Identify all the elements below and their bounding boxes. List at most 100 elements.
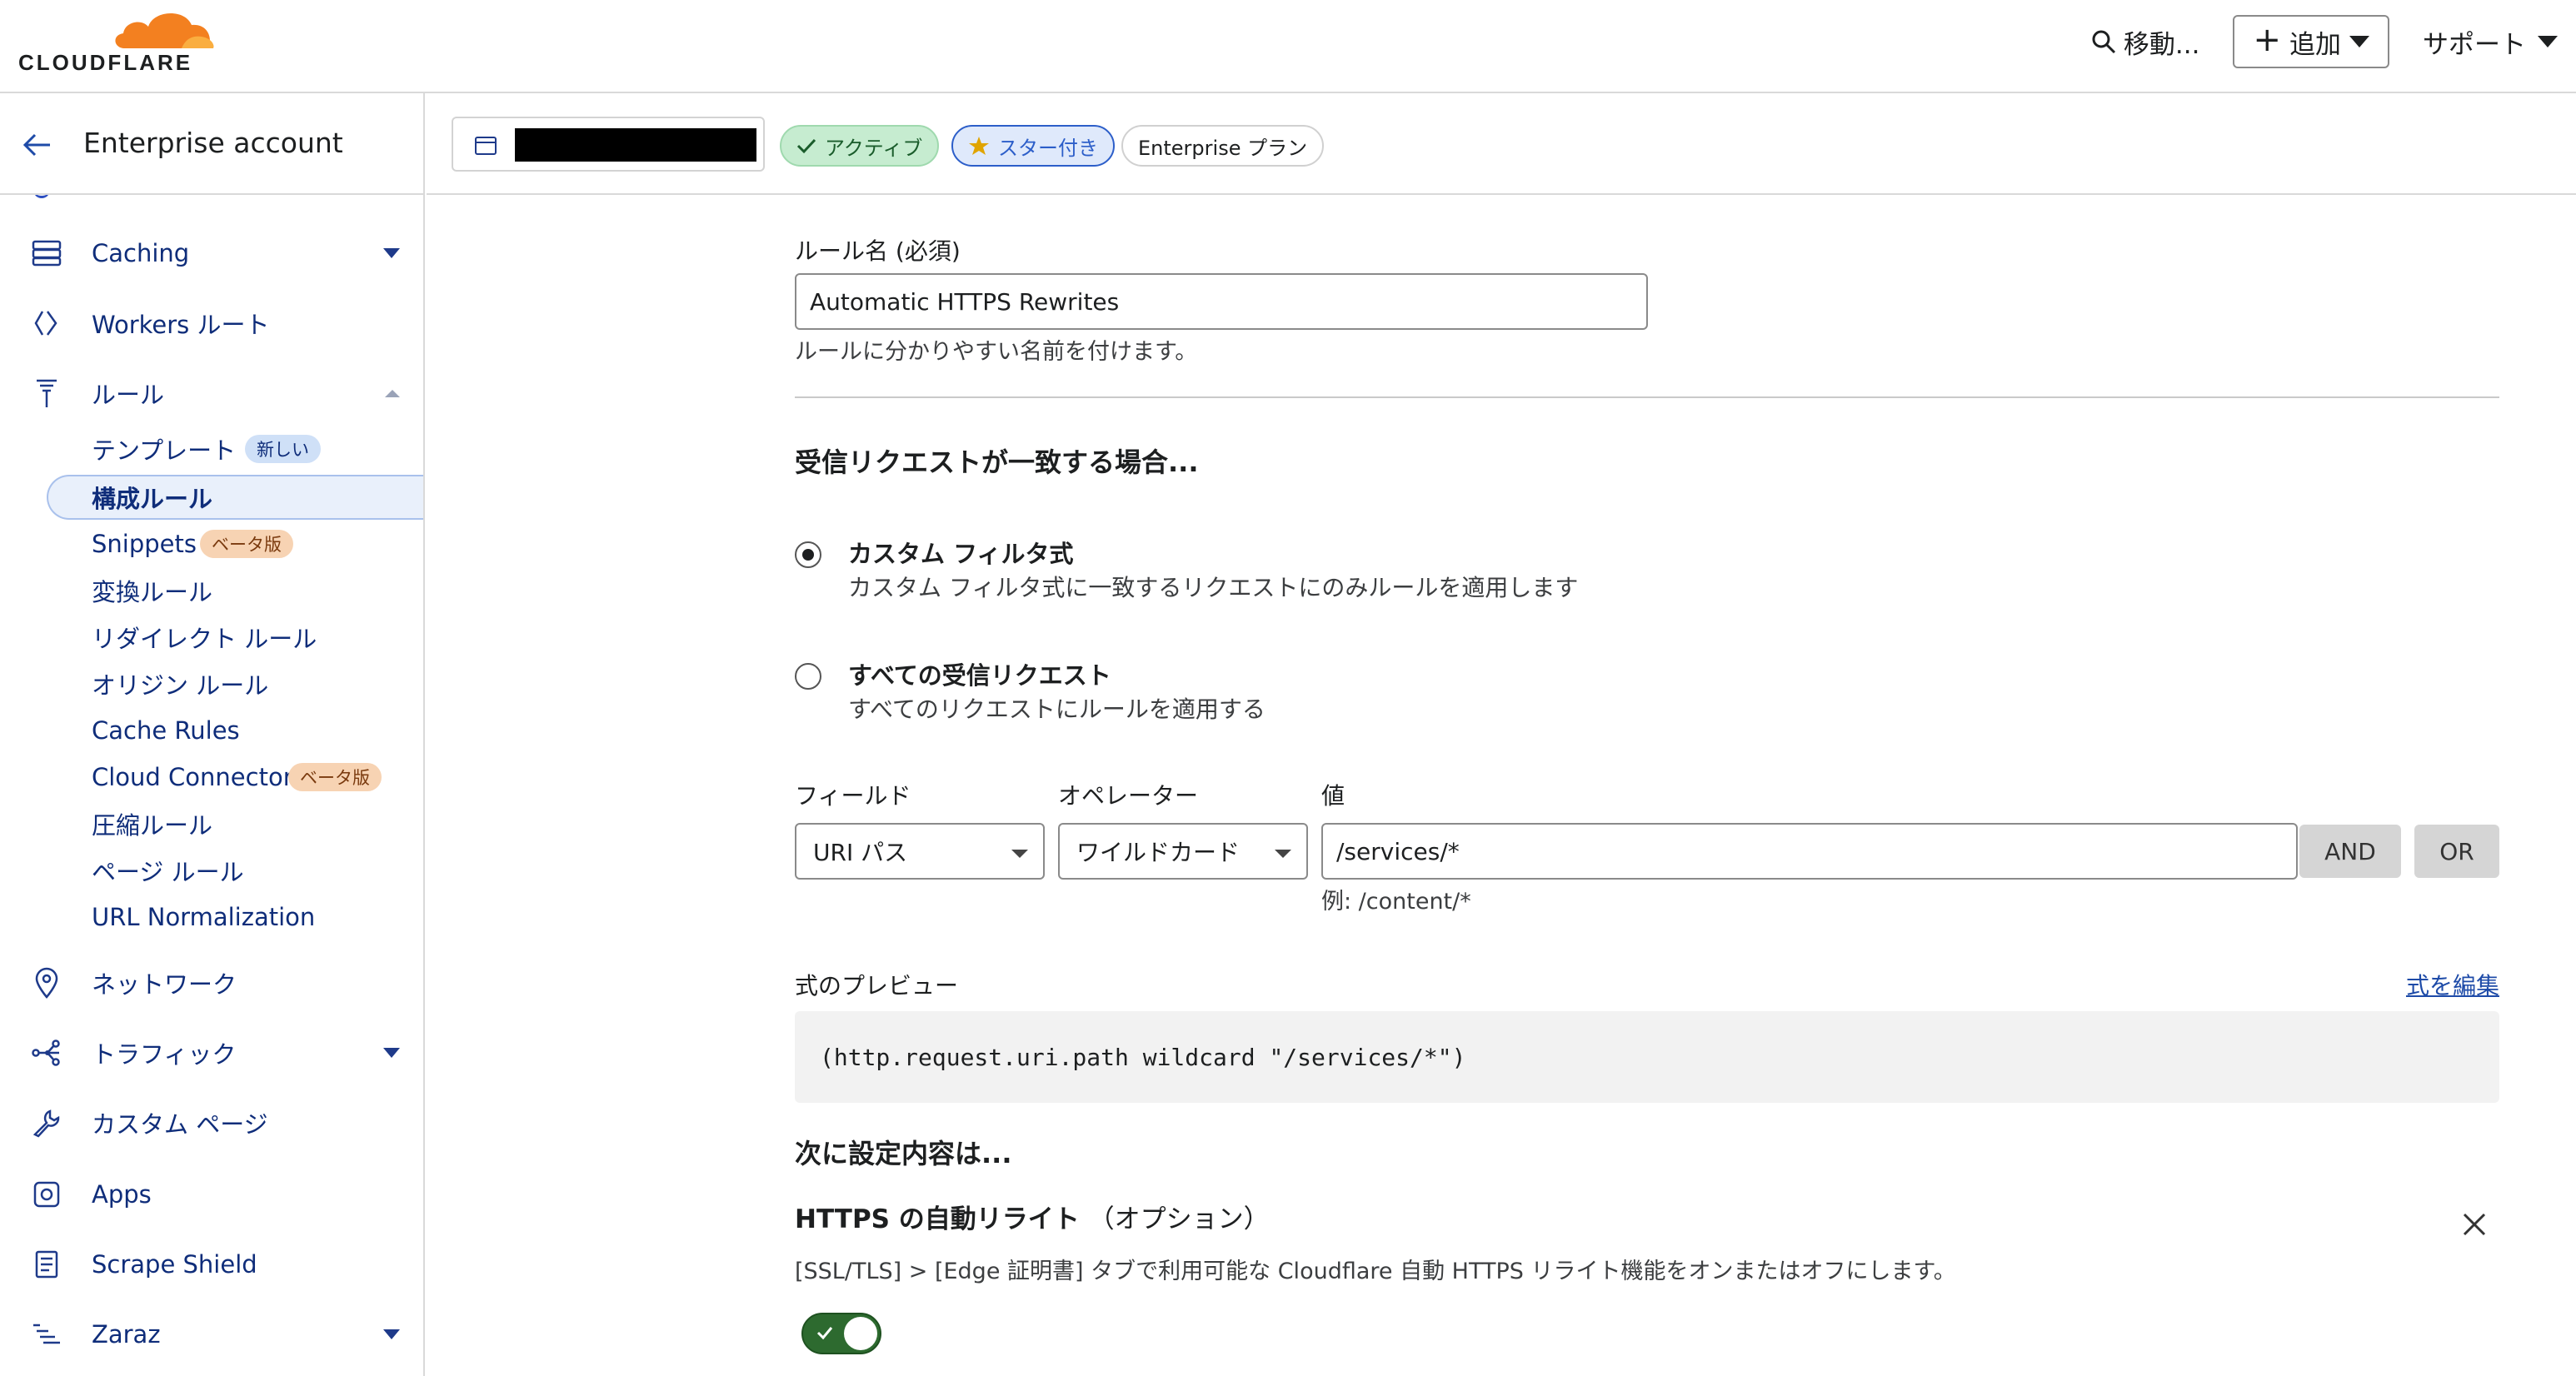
- subitem-label: Snippets: [92, 530, 197, 558]
- sidebar-subitem-url-normalization[interactable]: URL Normalization: [47, 895, 423, 940]
- field-label: フィールド: [795, 782, 911, 810]
- status-label: アクティブ: [825, 136, 923, 160]
- preview-label: 式のプレビュー: [795, 972, 959, 1000]
- sidebar: Enterprise account Caching Workers ルート ル…: [0, 93, 425, 1376]
- cloud-icon: [115, 12, 214, 48]
- chevron-down-icon: [2538, 36, 2558, 47]
- goto-button[interactable]: 移動...: [2090, 23, 2199, 61]
- zaraz-icon: [28, 1316, 65, 1353]
- value-example: 例: /content/*: [1321, 889, 1471, 915]
- traffic-nodes-icon: [28, 1034, 65, 1071]
- subitem-label: 変換ルール: [92, 578, 213, 606]
- zone-selector[interactable]: [452, 117, 765, 172]
- top-header: CLOUDFLARE 移動... + 追加 サポート: [0, 0, 2576, 93]
- add-button[interactable]: + 追加: [2233, 15, 2389, 68]
- rule-name-label: ルール名 (必須): [795, 237, 961, 265]
- plus-icon: +: [2253, 21, 2281, 59]
- rule-name-help: ルールに分かりやすい名前を付けます。: [795, 339, 1198, 365]
- subitem-label: Cloud Connector: [92, 763, 293, 791]
- setting-title: HTTPS の自動リライト （オプション）: [795, 1198, 1270, 1235]
- wrench-icon: [28, 1104, 65, 1141]
- subitem-label: テンプレート: [92, 436, 237, 465]
- operator-select[interactable]: ワイルドカード: [1058, 823, 1308, 880]
- star-icon: [969, 137, 989, 155]
- chevron-down-icon: [2349, 36, 2369, 47]
- rules-funnel-icon: [28, 375, 65, 411]
- subitem-label: オリジン ルール: [92, 671, 269, 700]
- setting-desc: [SSL/TLS] > [Edge 証明書] タブで利用可能な Cloudfla…: [795, 1259, 1956, 1284]
- add-label: 追加: [2289, 29, 2341, 60]
- sidebar-subitem-compression-rules[interactable]: 圧縮ルール: [47, 801, 423, 846]
- sidebar-item-label: トラフィック: [92, 1040, 237, 1069]
- setting-optional: （オプション）: [1088, 1204, 1270, 1234]
- close-icon[interactable]: [2459, 1209, 2489, 1239]
- toggle-knob: [844, 1317, 877, 1350]
- field-select-value: URI パス: [813, 839, 908, 866]
- custom-filter-desc: カスタム フィルタ式に一致するリクエストにのみルールを適用します: [848, 574, 1579, 601]
- setting-title-text: HTTPS の自動リライト: [795, 1204, 1080, 1234]
- zone-bar: アクティブ スター付き Enterprise プラン: [427, 93, 2576, 195]
- sidebar-subitem-page-rules[interactable]: ページ ルール: [47, 848, 423, 893]
- sidebar-subitem-cloud-connector[interactable]: Cloud Connector ベータ版: [47, 755, 423, 800]
- subitem-label: Cache Rules: [92, 716, 240, 745]
- sidebar-item-label: Scrape Shield: [92, 1250, 257, 1279]
- and-button[interactable]: AND: [2299, 825, 2401, 878]
- value-label: 値: [1321, 782, 1345, 810]
- plan-label: Enterprise プラン: [1138, 136, 1308, 160]
- match-heading: 受信リクエストが一致する場合...: [795, 446, 1199, 478]
- subitem-label: ページ ルール: [92, 858, 244, 886]
- sidebar-subitem-origin-rules[interactable]: オリジン ルール: [47, 661, 423, 706]
- sidebar-subitem-snippets[interactable]: Snippets ベータ版: [47, 521, 423, 566]
- sidebar-item-caching[interactable]: Caching: [0, 228, 423, 278]
- operator-label: オペレーター: [1058, 782, 1199, 810]
- starred-label: スター付き: [998, 136, 1098, 160]
- cloudflare-logo[interactable]: CLOUDFLARE: [18, 7, 214, 75]
- edit-expression-link[interactable]: 式を編集: [2406, 968, 2499, 1001]
- custom-filter-title: カスタム フィルタ式: [848, 540, 1074, 568]
- sidebar-item-label: ルール: [92, 381, 165, 409]
- sidebar-item-label: ネットワーク: [92, 970, 237, 999]
- account-header: Enterprise account: [0, 93, 423, 195]
- chevron-down-icon: [1011, 850, 1028, 858]
- back-arrow-icon[interactable]: [22, 130, 52, 160]
- sidebar-item-custom-pages[interactable]: カスタム ページ: [0, 1098, 423, 1148]
- starred-badge[interactable]: スター付き: [951, 125, 1115, 167]
- value-input[interactable]: /services/*: [1321, 823, 2298, 880]
- apps-icon: [28, 1176, 65, 1213]
- radio-custom-filter[interactable]: [795, 541, 821, 568]
- check-icon: [816, 1327, 833, 1340]
- support-label: サポート: [2423, 29, 2526, 60]
- then-heading: 次に設定内容は...: [795, 1138, 1012, 1169]
- sidebar-subitem-transform-rules[interactable]: 変換ルール: [47, 568, 423, 613]
- sidebar-item-traffic[interactable]: トラフィック: [0, 1028, 423, 1078]
- sidebar-item-network[interactable]: ネットワーク: [0, 958, 423, 1008]
- sidebar-item-label: Apps: [92, 1180, 152, 1209]
- or-button[interactable]: OR: [2414, 825, 2499, 878]
- new-badge: 新しい: [245, 435, 321, 463]
- sidebar-item-scrape-shield[interactable]: Scrape Shield: [0, 1239, 423, 1289]
- field-select[interactable]: URI パス: [795, 823, 1045, 880]
- rule-form: ルール名 (必須) Automatic HTTPS Rewrites ルールに分…: [427, 197, 2576, 1376]
- sidebar-item-rules[interactable]: ルール: [0, 368, 423, 418]
- search-icon: [2092, 30, 2115, 54]
- radio-all-requests[interactable]: [795, 663, 821, 690]
- support-menu[interactable]: サポート: [2423, 23, 2558, 61]
- rule-name-input[interactable]: Automatic HTTPS Rewrites: [795, 273, 1648, 330]
- subitem-label: 構成ルール: [92, 485, 213, 513]
- sidebar-subitem-config-rules[interactable]: 構成ルール: [47, 475, 423, 520]
- server-stack-icon: [28, 235, 65, 272]
- sidebar-item-apps[interactable]: Apps: [0, 1169, 423, 1219]
- sidebar-subitem-redirect-rules[interactable]: リダイレクト ルール: [47, 615, 423, 660]
- plan-badge: Enterprise プラン: [1121, 125, 1325, 167]
- chevron-down-icon: [1275, 850, 1291, 858]
- sidebar-item-workers-routes[interactable]: Workers ルート: [0, 298, 423, 348]
- https-rewrite-toggle[interactable]: [801, 1313, 881, 1354]
- sidebar-subitem-cache-rules[interactable]: Cache Rules: [47, 708, 423, 753]
- sidebar-subitem-templates[interactable]: テンプレート 新しい: [47, 426, 423, 471]
- operator-select-value: ワイルドカード: [1076, 839, 1241, 866]
- expression-preview: (http.request.uri.path wildcard "/servic…: [795, 1011, 2499, 1103]
- section-divider: [795, 396, 2499, 398]
- subitem-label: リダイレクト ルール: [92, 625, 317, 653]
- sidebar-item-zaraz[interactable]: Zaraz: [0, 1309, 423, 1359]
- document-icon: [28, 1246, 65, 1283]
